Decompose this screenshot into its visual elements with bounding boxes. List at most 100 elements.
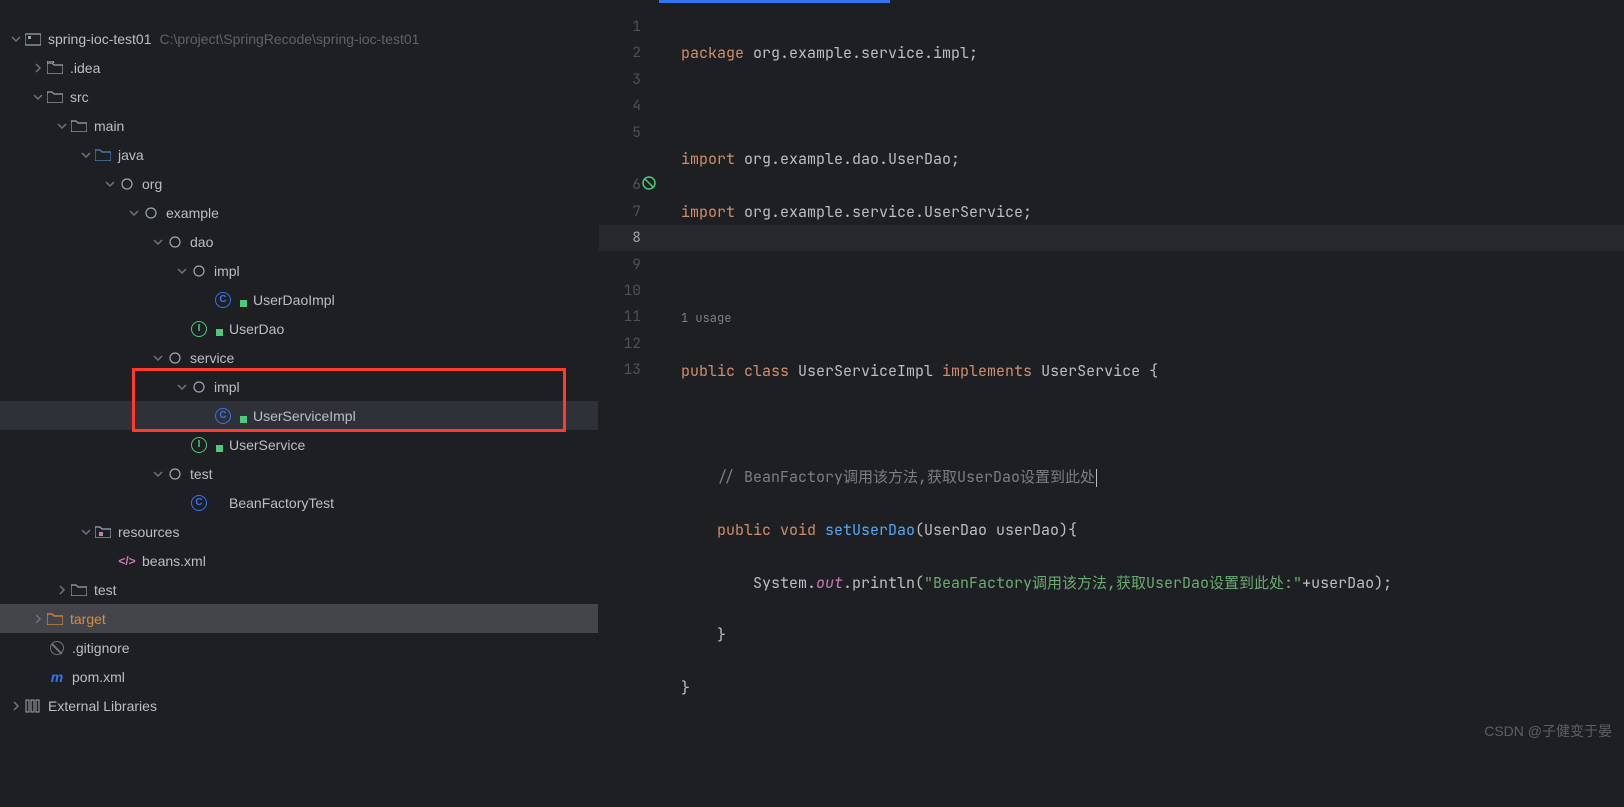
tree-item-gitignore[interactable]: .gitignore <box>0 633 598 662</box>
tree-item-external-libraries[interactable]: External Libraries <box>0 691 598 720</box>
chevron-down-icon[interactable] <box>150 466 166 482</box>
code-keyword: package <box>681 43 744 63</box>
tree-item-project-root[interactable]: spring-ioc-test01 C:\project\SpringRecod… <box>0 24 598 53</box>
usage-hint[interactable]: 1 usage <box>681 310 731 326</box>
tree-item-idea[interactable]: .idea <box>0 53 598 82</box>
line-number[interactable]: 12 <box>599 331 641 357</box>
line-number[interactable]: 4 <box>599 93 641 119</box>
tree-item-src[interactable]: src <box>0 82 598 111</box>
gutter-run-icon[interactable] <box>642 176 658 192</box>
package-icon <box>190 378 208 396</box>
tree-item-userservice[interactable]: I UserService <box>0 430 598 459</box>
tree-item-userdaoimpl[interactable]: C UserDaoImpl <box>0 285 598 314</box>
code-keyword: implements <box>942 361 1041 381</box>
watermark: CSDN @子健变于晏 <box>1484 721 1612 741</box>
line-number[interactable]: 11 <box>599 304 641 330</box>
code-text: System. <box>681 573 816 593</box>
chevron-down-icon[interactable] <box>150 350 166 366</box>
text-cursor <box>1096 469 1097 487</box>
chevron-down-icon[interactable] <box>102 176 118 192</box>
class-icon: C <box>214 291 232 309</box>
chevron-right-icon[interactable] <box>8 698 24 714</box>
tree-label: .gitignore <box>72 640 130 656</box>
code-keyword: public <box>681 361 744 381</box>
chevron-right-icon[interactable] <box>54 582 70 598</box>
spring-bean-icon <box>216 329 223 336</box>
tree-label: UserService <box>229 437 305 453</box>
class-icon: C <box>214 407 232 425</box>
chevron-down-icon[interactable] <box>78 147 94 163</box>
tree-item-userserviceimpl[interactable]: C UserServiceImpl <box>0 401 598 430</box>
tree-label: test <box>190 466 213 482</box>
tree-item-beanfactorytest[interactable]: C BeanFactoryTest <box>0 488 598 517</box>
tree-item-java[interactable]: java <box>0 140 598 169</box>
tree-label: example <box>166 205 219 221</box>
tree-label: target <box>70 611 106 627</box>
spring-bean-icon <box>216 503 223 510</box>
code-text: org.example.service.impl; <box>744 43 978 63</box>
package-icon <box>166 349 184 367</box>
line-number[interactable] <box>599 146 641 172</box>
gutter[interactable]: 1 2 3 4 5 6 7 8 9 10 11 12 13 <box>599 14 659 383</box>
line-number[interactable]: 6 <box>599 172 641 198</box>
tree-item-beans-xml[interactable]: </> beans.xml <box>0 546 598 575</box>
code-content[interactable]: package org.example.service.impl; import… <box>681 14 1392 807</box>
class-icon: C <box>190 494 208 512</box>
tree-label: UserServiceImpl <box>253 408 356 424</box>
line-number[interactable]: 7 <box>599 199 641 225</box>
line-number[interactable]: 1 <box>599 14 641 40</box>
code-editor[interactable]: 1 2 3 4 5 6 7 8 9 10 11 12 13 package or… <box>598 0 1624 749</box>
chevron-down-icon[interactable] <box>30 89 46 105</box>
tree-label: BeanFactoryTest <box>229 495 334 511</box>
chevron-down-icon[interactable] <box>8 31 24 47</box>
tree-label: org <box>142 176 162 192</box>
tree-item-dao-impl[interactable]: impl <box>0 256 598 285</box>
line-number[interactable]: 2 <box>599 40 641 66</box>
tree-item-dao[interactable]: dao <box>0 227 598 256</box>
tree-label: UserDao <box>229 321 284 337</box>
tree-item-target[interactable]: target <box>0 604 598 633</box>
code-text: org.example.service.UserService; <box>735 202 1032 222</box>
code-text: } <box>681 625 726 645</box>
line-number[interactable]: 10 <box>599 278 641 304</box>
excluded-folder-icon <box>46 610 64 628</box>
line-number[interactable]: 13 <box>599 357 641 383</box>
project-icon <box>24 30 42 48</box>
tree-item-userdao[interactable]: I UserDao <box>0 314 598 343</box>
tree-item-service-impl[interactable]: impl <box>0 372 598 401</box>
chevron-down-icon[interactable] <box>174 263 190 279</box>
resources-folder-icon <box>94 523 112 541</box>
tree-label: spring-ioc-test01 <box>48 31 152 47</box>
code-keyword: import <box>681 202 735 222</box>
tree-item-test-pkg[interactable]: test <box>0 459 598 488</box>
tree-label: beans.xml <box>142 553 206 569</box>
line-number[interactable]: 5 <box>599 120 641 146</box>
library-icon <box>24 697 42 715</box>
tree-item-resources[interactable]: resources <box>0 517 598 546</box>
chevron-down-icon[interactable] <box>54 118 70 134</box>
spring-bean-icon <box>240 416 247 423</box>
code-keyword: void <box>780 520 825 540</box>
code-keyword: class <box>744 361 798 381</box>
tree-item-org[interactable]: org <box>0 169 598 198</box>
tree-item-pom[interactable]: m pom.xml <box>0 662 598 691</box>
source-folder-icon <box>94 146 112 164</box>
tree-item-test-dir[interactable]: test <box>0 575 598 604</box>
tree-label: impl <box>214 263 240 279</box>
tree-label: pom.xml <box>72 669 125 685</box>
line-number[interactable]: 3 <box>599 67 641 93</box>
chevron-right-icon[interactable] <box>30 60 46 76</box>
tree-item-main[interactable]: main <box>0 111 598 140</box>
chevron-down-icon[interactable] <box>78 524 94 540</box>
interface-icon: I <box>190 320 208 338</box>
chevron-down-icon[interactable] <box>126 205 142 221</box>
interface-icon: I <box>190 436 208 454</box>
chevron-right-icon[interactable] <box>30 611 46 627</box>
tree-item-example[interactable]: example <box>0 198 598 227</box>
tree-item-service[interactable]: service <box>0 343 598 372</box>
chevron-down-icon[interactable] <box>150 234 166 250</box>
line-number[interactable]: 9 <box>599 252 641 278</box>
line-number[interactable]: 8 <box>599 225 641 251</box>
project-tree-panel[interactable]: spring-ioc-test01 C:\project\SpringRecod… <box>0 0 598 749</box>
chevron-down-icon[interactable] <box>174 379 190 395</box>
